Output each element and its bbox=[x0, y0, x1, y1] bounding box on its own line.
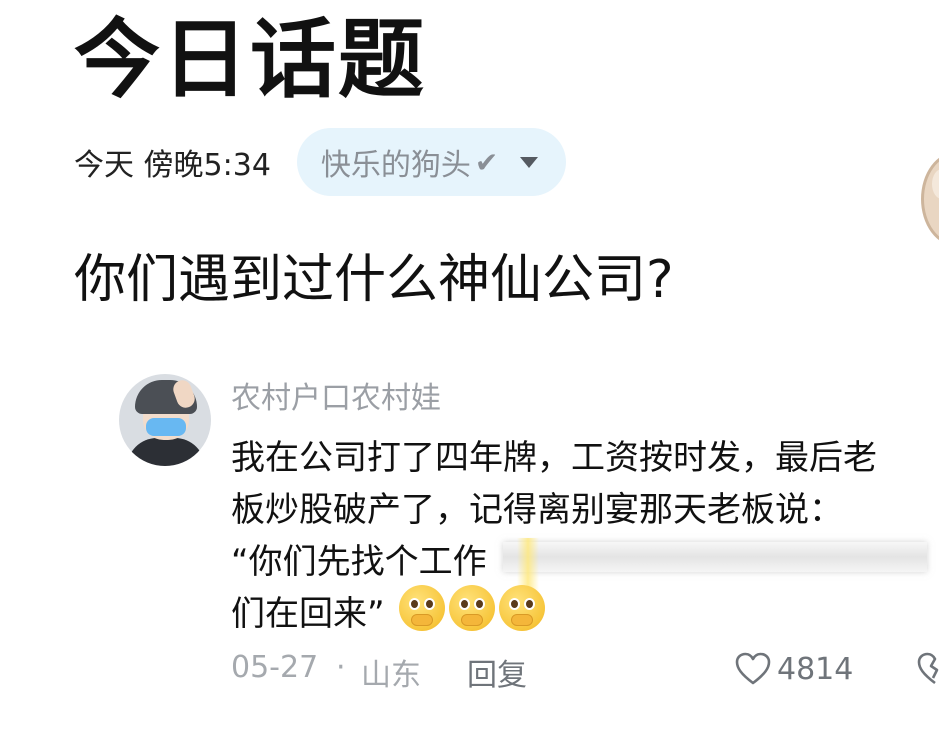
side-avatar[interactable] bbox=[921, 152, 939, 246]
commenter-avatar[interactable] bbox=[119, 374, 211, 466]
question-text: 你们遇到过什么神仙公司? bbox=[74, 250, 674, 310]
comment-line: 板炒股破产了，记得离别宴那天老板说： bbox=[231, 490, 843, 530]
obscured-text-glow bbox=[517, 538, 539, 592]
obscured-text-overlay bbox=[503, 542, 927, 572]
author-chip[interactable]: 快乐的狗头 ✔ bbox=[296, 128, 567, 196]
reply-button[interactable]: 回复 bbox=[467, 650, 527, 694]
comment-line: 我在公司打了四年牌，工资按时发，最后老 bbox=[231, 438, 877, 478]
pleading-face-emoji bbox=[499, 585, 545, 631]
separator-dot: · bbox=[336, 650, 346, 685]
comment-body: 我在公司打了四年牌，工资按时发，最后老 板炒股破产了，记得离别宴那天老板说： “… bbox=[231, 432, 939, 640]
pleading-face-emoji bbox=[449, 585, 495, 631]
comment-footer: 05-27 · 山东 回复 4814 bbox=[231, 644, 939, 694]
like-button[interactable]: 4814 bbox=[735, 646, 853, 692]
broken-heart-icon[interactable] bbox=[917, 652, 939, 686]
avatar-body bbox=[127, 438, 205, 466]
avatar-mask bbox=[146, 418, 186, 436]
post-time: 今天 傍晚5:34 bbox=[74, 148, 271, 183]
chevron-down-icon bbox=[520, 156, 539, 168]
comment-location: 山东 bbox=[361, 658, 421, 693]
verified-icon: ✔ bbox=[474, 145, 499, 179]
heart-icon bbox=[735, 652, 771, 685]
page-title: 今日话题 bbox=[74, 10, 426, 110]
like-count: 4814 bbox=[777, 651, 854, 687]
comment-date: 05-27 bbox=[231, 650, 319, 685]
pleading-face-emoji bbox=[399, 585, 445, 631]
comment-line: 们在回来” bbox=[231, 594, 385, 634]
post-meta: 今天 傍晚5:34 快乐的狗头 ✔ bbox=[74, 128, 567, 196]
emoji-row bbox=[399, 585, 549, 631]
topic-page: 今日话题 今天 傍晚5:34 快乐的狗头 ✔ 你们遇到过什么神仙公司? 农村户口… bbox=[0, 0, 939, 733]
author-name: 快乐的狗头 bbox=[320, 148, 471, 183]
commenter-name[interactable]: 农村户口农村娃 bbox=[231, 378, 441, 420]
